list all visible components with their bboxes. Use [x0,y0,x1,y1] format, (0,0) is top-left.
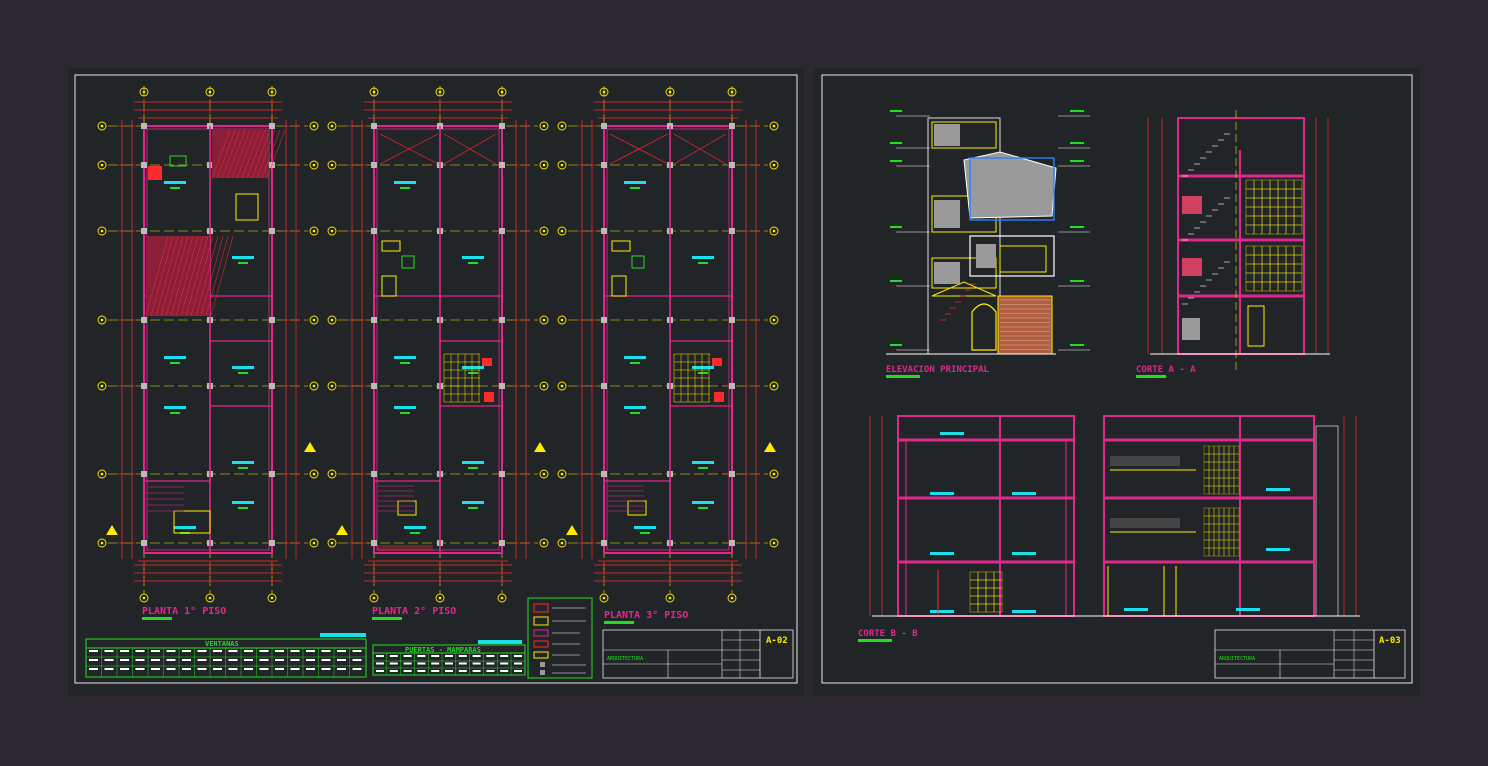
plan-title-1: PLANTA 1° PISO [142,606,226,617]
view-title-elevation: ELEVACION PRINCIPAL [886,365,990,375]
sheet-code-left: A-02 [766,636,788,646]
view-title-section-a: CORTE A - A [1136,365,1196,375]
title-block-right-project: ARQUITECTURA [1219,656,1255,662]
view-title-section-b: CORTE B - B [858,629,918,639]
sheet-left [68,68,804,696]
plan-title-2: PLANTA 2° PISO [372,606,456,617]
cad-viewport[interactable]: PLANTA 1° PISO PLANTA 2° PISO PLANTA 3° … [0,0,1488,762]
doors-table-title: PUERTAS - MAMPARAS [405,646,481,654]
sheet-code-right: A-03 [1379,636,1401,646]
sheet-right [814,68,1420,696]
plan-title-3: PLANTA 3° PISO [604,610,688,621]
windows-table-title: VENTANAS [205,640,239,648]
title-block-left-project: ARQUITECTURA [607,656,643,662]
